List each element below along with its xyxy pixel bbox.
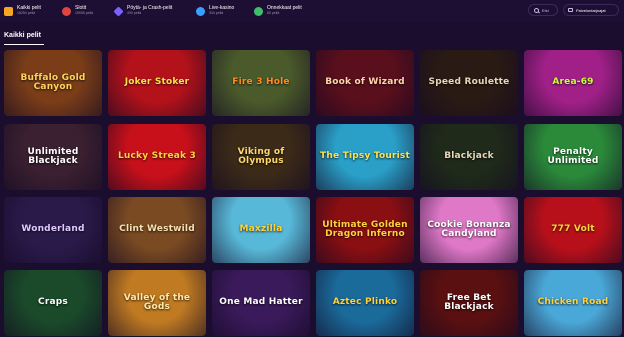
- category-count: 334 peliä: [209, 11, 224, 16]
- search-button[interactable]: Etsi: [528, 4, 558, 16]
- chip-icon: [196, 6, 205, 16]
- providers-icon: [568, 8, 573, 12]
- game-tile[interactable]: Speed Roulette: [420, 50, 518, 116]
- category-all-games[interactable]: Kaikki pelit 16254 peliä: [0, 0, 58, 22]
- game-tile[interactable]: Unlimited Blackjack: [4, 124, 102, 190]
- game-title: Speed Roulette: [428, 77, 510, 88]
- game-title: 777 Volt: [551, 224, 595, 235]
- providers-label: Palveluntarjoajat: [576, 7, 606, 13]
- game-tile[interactable]: Craps: [4, 270, 102, 336]
- game-tile[interactable]: Penalty Unlimited: [524, 124, 622, 190]
- game-tile[interactable]: The Tipsy Tourist: [316, 124, 414, 190]
- game-tile[interactable]: Viking of Olympus: [212, 124, 310, 190]
- game-tile[interactable]: 777 Volt: [524, 197, 622, 263]
- clover-icon: [254, 6, 263, 16]
- crown-icon: [4, 6, 13, 16]
- category-count: 16254 peliä: [17, 11, 36, 16]
- category-slots[interactable]: Slotit 15905 peliä: [58, 0, 106, 22]
- game-tile[interactable]: Free Bet Blackjack: [420, 270, 518, 336]
- game-tile[interactable]: Area-69: [524, 50, 622, 116]
- slots-icon: [62, 6, 71, 16]
- game-tile[interactable]: Chicken Road: [524, 270, 622, 336]
- game-title: Lucky Streak 3: [117, 151, 197, 162]
- game-title: Clint Westwild: [119, 224, 195, 235]
- providers-button[interactable]: Palveluntarjoajat: [563, 4, 619, 16]
- tab-underline: [4, 44, 44, 45]
- game-tile[interactable]: Wonderland: [4, 197, 102, 263]
- game-title: Penalty Unlimited: [547, 146, 599, 166]
- game-title: Valley of the Gods: [123, 292, 191, 312]
- game-grid: Buffalo Gold Canyon Joker Stoker Fire 3 Ho…: [4, 50, 622, 337]
- category-count: 15905 peliä: [75, 11, 94, 16]
- game-title: Cookie Bonanza Candyland: [427, 219, 511, 239]
- game-tile[interactable]: Joker Stoker: [108, 50, 206, 116]
- game-tile[interactable]: Lucky Streak 3: [108, 124, 206, 190]
- game-title: Chicken Road: [537, 297, 609, 308]
- game-title: Buffalo Gold Canyon: [20, 72, 86, 92]
- game-title: Unlimited Blackjack: [27, 146, 79, 166]
- game-tile[interactable]: Ultimate Golden Dragon Inferno: [316, 197, 414, 263]
- game-title: Craps: [38, 297, 68, 308]
- game-title: The Tipsy Tourist: [320, 151, 410, 162]
- category-count: 80 peliä: [267, 11, 280, 16]
- game-tile[interactable]: Aztec Plinko: [316, 270, 414, 336]
- category-live-casino[interactable]: Live-kasino 334 peliä: [192, 0, 246, 22]
- category-lucky-games[interactable]: Onnekkaat pelit 80 peliä: [250, 0, 320, 22]
- game-title: Blackjack: [444, 151, 494, 162]
- category-table-crash[interactable]: Pöytä- ja Crash-pelit 490 peliä: [110, 0, 188, 22]
- search-label: Etsi: [542, 7, 549, 13]
- game-title: Area-69: [552, 77, 594, 88]
- diamond-icon: [113, 5, 124, 17]
- game-title: Book of Wizard: [325, 77, 405, 88]
- game-title: Aztec Plinko: [332, 297, 398, 308]
- game-title: One Mad Hatter: [219, 297, 303, 308]
- game-tile[interactable]: Cookie Bonanza Candyland: [420, 197, 518, 263]
- game-title: Fire 3 Hole: [232, 77, 290, 88]
- game-title: Free Bet Blackjack: [444, 292, 494, 312]
- game-tile[interactable]: Valley of the Gods: [108, 270, 206, 336]
- game-tile[interactable]: Blackjack: [420, 124, 518, 190]
- game-title: Ultimate Golden Dragon Inferno: [322, 219, 408, 239]
- game-tile[interactable]: One Mad Hatter: [212, 270, 310, 336]
- game-tile[interactable]: Buffalo Gold Canyon: [4, 50, 102, 116]
- game-tile[interactable]: Maxzilla: [212, 197, 310, 263]
- game-tile[interactable]: Book of Wizard: [316, 50, 414, 116]
- game-tile[interactable]: Clint Westwild: [108, 197, 206, 263]
- game-title: Maxzilla: [239, 224, 283, 235]
- game-title: Joker Stoker: [124, 77, 190, 88]
- game-title: Wonderland: [21, 224, 85, 235]
- game-tile[interactable]: Fire 3 Hole: [212, 50, 310, 116]
- category-count: 490 peliä: [127, 11, 142, 16]
- tab-all-games[interactable]: Kaikki pelit: [4, 32, 41, 39]
- game-title: Viking of Olympus: [237, 146, 285, 166]
- search-icon: [534, 7, 539, 13]
